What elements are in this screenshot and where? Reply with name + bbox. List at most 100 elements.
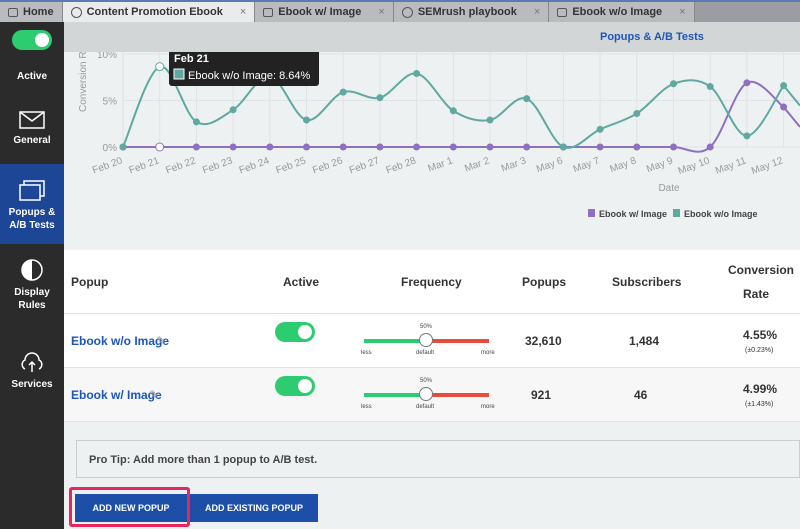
- data-point: [706, 83, 714, 91]
- col-frequency: Frequency: [401, 275, 462, 289]
- x-tick-label: May 10: [677, 155, 712, 177]
- tab-home[interactable]: Home: [0, 2, 63, 22]
- data-point: [413, 143, 421, 151]
- data-point: [670, 80, 677, 88]
- x-tick-label: May 12: [750, 155, 785, 177]
- tab-ebook-w-image[interactable]: Ebook w/ Image ×: [255, 2, 394, 22]
- data-point: [670, 143, 677, 151]
- data-point: [780, 103, 788, 111]
- legend-swatch: [673, 209, 680, 217]
- confidence-interval: (±0.23%): [745, 347, 774, 354]
- data-point: [449, 143, 457, 151]
- sidebar-item-display-rules[interactable]: Display Rules: [0, 258, 64, 322]
- data-point: [339, 88, 347, 96]
- x-tick-label: Feb 27: [348, 155, 381, 176]
- x-tick-label: May 11: [714, 155, 748, 176]
- data-point: [743, 79, 751, 87]
- conversion-chart: Feb 20 Feb 21 Feb 22 Feb 23 Feb 24 Feb 25 Feb …: [78, 52, 800, 219]
- x-axis-label: Date: [658, 183, 680, 194]
- tooltip-text: Ebook w/o Image: 8.64%: [188, 70, 311, 82]
- data-point: [596, 143, 604, 151]
- page-title: Popups & A/B Tests: [600, 31, 704, 43]
- frequency-slider[interactable]: 50% less default more: [361, 324, 495, 358]
- slider-more: more: [481, 404, 495, 410]
- y-tick-label: 10%: [97, 52, 117, 61]
- subscribers-count: 46: [634, 388, 648, 402]
- data-point: [633, 110, 641, 118]
- edit-icon[interactable]: ✎: [149, 388, 159, 402]
- x-tick-label: Feb 21: [128, 155, 161, 176]
- conversion-rate: 4.99%: [743, 382, 778, 396]
- slider-value: 50%: [420, 324, 433, 330]
- window-icon: [263, 7, 274, 17]
- table-header: Popup Active Frequency Popups Subscriber…: [64, 250, 800, 314]
- windows-icon: [19, 180, 45, 201]
- col-popup: Popup: [71, 275, 109, 289]
- data-point: [523, 95, 531, 103]
- tab-ebook-wo-image[interactable]: Ebook w/o Image ×: [549, 2, 695, 22]
- tab-bar: Home Content Promotion Ebook × Ebook w/ I…: [0, 0, 800, 22]
- data-point: [376, 94, 384, 102]
- popup-active-toggle[interactable]: [275, 322, 315, 342]
- slider-value: 50%: [420, 378, 433, 384]
- x-tick-label: May 7: [572, 155, 602, 175]
- data-point: [376, 143, 384, 151]
- popup-active-toggle[interactable]: [275, 376, 315, 396]
- x-tick-label: Mar 2: [463, 155, 491, 174]
- data-point: [229, 143, 237, 151]
- sidebar-active-label: Active: [16, 71, 47, 82]
- add-existing-popup-button[interactable]: ADD EXISTING POPUP: [190, 494, 318, 522]
- data-point: [523, 143, 531, 151]
- page-header: Popups & A/B Tests: [64, 22, 800, 52]
- sidebar-item-services[interactable]: Services: [0, 352, 64, 402]
- data-point: [339, 143, 347, 151]
- target-icon: [70, 6, 82, 18]
- tab-content-promotion-ebook[interactable]: Content Promotion Ebook ×: [62, 2, 256, 22]
- legend-swatch: [588, 209, 595, 217]
- data-point: [303, 116, 310, 124]
- x-tick-label: Feb 26: [311, 155, 344, 176]
- col-rate: Rate: [743, 287, 770, 301]
- slider-less: less: [361, 404, 372, 410]
- sidebar-item-popups[interactable]: Popups & A/B Tests: [0, 164, 64, 244]
- x-tick-label: Feb 24: [238, 155, 271, 176]
- col-conversion: Conversion: [728, 263, 795, 277]
- active-toggle[interactable]: [12, 30, 52, 50]
- popups-count: 921: [531, 388, 552, 402]
- col-popups: Popups: [522, 275, 566, 289]
- data-point: [780, 82, 788, 90]
- data-point: [559, 143, 567, 151]
- popup-table: Popup Active Frequency Popups Subscriber…: [64, 250, 800, 422]
- slider-handle[interactable]: [419, 387, 433, 401]
- close-icon[interactable]: ×: [240, 6, 246, 18]
- close-icon[interactable]: ×: [378, 6, 384, 18]
- close-icon[interactable]: ×: [534, 6, 540, 18]
- data-point: [633, 143, 641, 151]
- data-point: [303, 143, 310, 151]
- confidence-interval: (±1.43%): [745, 401, 774, 408]
- edit-icon[interactable]: ✎: [156, 334, 166, 348]
- x-tick-label: Feb 22: [164, 155, 197, 176]
- sidebar: Active General Popups & A/B Tests Displa…: [0, 22, 64, 529]
- slider-default: default: [416, 404, 435, 410]
- tab-semrush-playbook[interactable]: SEMrush playbook ×: [393, 2, 550, 22]
- x-tick-label: Feb 23: [201, 155, 234, 176]
- tooltip-title: Feb 21: [174, 53, 209, 65]
- add-new-popup-button[interactable]: ADD NEW POPUP: [75, 494, 187, 522]
- data-point: [743, 132, 751, 140]
- col-subscribers: Subscribers: [612, 275, 682, 289]
- close-icon[interactable]: ×: [679, 6, 685, 18]
- popup-name-link[interactable]: Ebook w/o Image: [71, 334, 169, 348]
- data-point: [486, 143, 494, 151]
- sidebar-item-general[interactable]: General: [0, 110, 64, 160]
- frequency-slider[interactable]: 50% less default more: [361, 378, 495, 412]
- slider-more: more: [481, 350, 495, 356]
- slider-handle[interactable]: [419, 333, 433, 347]
- x-tick-label: Mar 3: [500, 155, 528, 174]
- data-point: [192, 118, 200, 126]
- subscribers-count: 1,484: [629, 334, 660, 348]
- data-point: [413, 70, 421, 78]
- window-icon: [557, 7, 568, 17]
- x-tick-label: May 6: [535, 155, 565, 175]
- x-tick-label: Feb 28: [385, 155, 418, 176]
